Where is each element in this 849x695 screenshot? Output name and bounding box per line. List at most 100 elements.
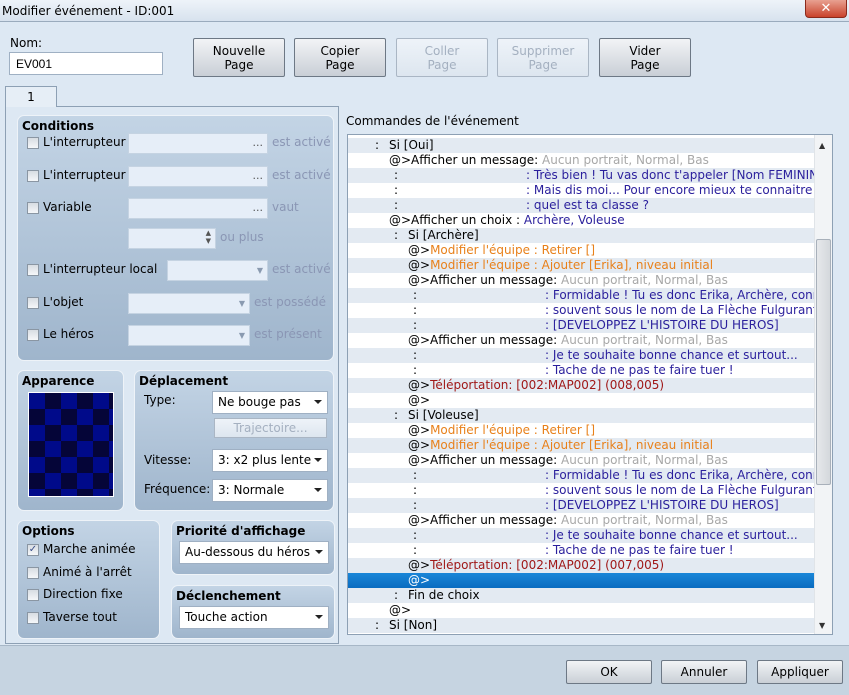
condition-suffix: ou plus <box>220 230 264 244</box>
name-input[interactable] <box>9 52 163 75</box>
command-row[interactable]: :: Formidable ! Tu es donc Erika, Archèr… <box>348 288 814 303</box>
condition-field[interactable]: ▼ <box>128 325 250 346</box>
message-text: : Formidable ! Tu es donc Erika, Archère… <box>545 468 814 482</box>
condition-field[interactable]: ... <box>128 198 268 219</box>
command-row[interactable]: : Si [Oui] <box>348 138 814 153</box>
frequency-label: Fréquence: <box>144 482 211 496</box>
trigger-select[interactable]: Touche action <box>179 606 329 629</box>
command-text: @> <box>408 393 431 407</box>
scroll-down-icon[interactable]: ▼ <box>819 621 825 630</box>
command-row[interactable]: : Si [Non] <box>348 618 814 633</box>
scroll-up-icon[interactable]: ▲ <box>819 141 825 150</box>
appearance-group: Apparence <box>17 370 124 511</box>
apply-button[interactable]: Appliquer <box>757 660 843 684</box>
command-row[interactable]: @>Modifier l'équipe : Ajouter [Erika], n… <box>348 258 814 273</box>
chevron-down-icon <box>315 615 323 619</box>
command-row[interactable]: : Si [Archère] <box>348 228 814 243</box>
command-row[interactable]: :: Je te souhaite bonne chance et surtou… <box>348 528 814 543</box>
chevron-down-icon: ▼ <box>238 299 245 308</box>
command-row[interactable]: @>Téléportation: [002:MAP002] (008,005) <box>348 378 814 393</box>
command-row[interactable]: :: [DEVELOPPEZ L'HISTOIRE DU HEROS] <box>348 318 814 333</box>
new-page-button[interactable]: Nouvelle Page <box>193 38 285 77</box>
condition-field[interactable]: ▼ <box>128 293 250 314</box>
command-row[interactable]: :: Tache de ne pas te faire tuer ! <box>348 363 814 378</box>
cancel-button[interactable]: Annuler <box>661 660 747 684</box>
option-label: Taverse tout <box>43 609 117 624</box>
command-row[interactable]: @>Afficher un message: Aucun portrait, N… <box>348 273 814 288</box>
command-row[interactable]: @>Afficher un choix : Archère, Voleuse <box>348 213 814 228</box>
condition-field[interactable]: ▼ <box>167 260 268 281</box>
command-row[interactable]: @>Afficher un message: Aucun portrait, N… <box>348 333 814 348</box>
command-row[interactable]: :: souvent sous le nom de La Flèche Fulg… <box>348 483 814 498</box>
frequency-select[interactable]: 3: Normale <box>212 479 328 502</box>
command-row[interactable]: :: Mais dis moi... Pour encore mieux te … <box>348 183 814 198</box>
command-row[interactable]: @>Téléportation: [002:MAP002] (007,005) <box>348 558 814 573</box>
command-text: @>Téléportation: [002:MAP002] (007,005) <box>408 558 665 572</box>
row-colon: : <box>413 528 418 542</box>
command-row[interactable]: @> <box>348 393 814 408</box>
condition-field[interactable]: ▲ ▼ <box>128 228 216 249</box>
copy-page-button[interactable]: Copier Page <box>294 38 386 77</box>
option-checkbox[interactable]: ✓ <box>27 544 39 556</box>
condition-checkbox[interactable] <box>27 170 39 182</box>
tab-page-1[interactable]: 1 <box>5 86 57 107</box>
clear-page-button[interactable]: Vider Page <box>599 38 691 77</box>
command-row[interactable]: :: Formidable ! Tu es donc Erika, Archèr… <box>348 468 814 483</box>
row-colon: : <box>413 318 418 332</box>
command-text: @>Afficher un message: Aucun portrait, N… <box>389 153 709 167</box>
priority-select[interactable]: Au-dessous du héros <box>179 541 329 564</box>
scroll-thumb[interactable] <box>816 239 831 485</box>
condition-checkbox[interactable] <box>27 202 39 214</box>
command-row[interactable]: @> <box>348 573 814 588</box>
command-row[interactable]: : Si [Voleuse] <box>348 408 814 423</box>
command-row[interactable]: @>Modifier l'équipe : Retirer [] <box>348 423 814 438</box>
command-row[interactable]: :: Très bien ! Tu vas donc t'appeler [No… <box>348 168 814 183</box>
row-colon: : <box>413 348 418 362</box>
branch-label: Si [Voleuse] <box>408 408 479 422</box>
condition-checkbox[interactable] <box>27 329 39 341</box>
paste-page-button[interactable]: Coller Page <box>396 38 488 77</box>
command-row[interactable]: @>Afficher un message: Aucun portrait, N… <box>348 513 814 528</box>
command-text: @> <box>389 603 412 617</box>
delete-page-button[interactable]: Supprimer Page <box>497 38 589 77</box>
command-row[interactable]: : Fin de choix <box>348 588 814 603</box>
condition-checkbox[interactable] <box>27 297 39 309</box>
option-checkbox[interactable] <box>27 611 39 624</box>
row-colon: : <box>413 543 418 557</box>
condition-suffix: est activé <box>272 135 331 149</box>
command-row[interactable]: :: quel est ta classe ? <box>348 198 814 213</box>
option-label: Animé à l'arrêt <box>43 564 132 579</box>
route-button[interactable]: Trajectoire... <box>214 418 327 438</box>
command-list[interactable]: : Si [Oui] @>Afficher un message: Aucun po… <box>347 134 833 635</box>
ellipsis-icon: ... <box>252 201 264 214</box>
condition-field[interactable]: ... <box>128 133 268 154</box>
command-row[interactable]: : : Tache de ne pas te faire tuer ! <box>348 543 814 558</box>
sprite-preview[interactable] <box>28 392 114 497</box>
option-label: Direction fixe <box>43 587 123 601</box>
speed-select[interactable]: 3: x2 plus lente <box>212 449 328 472</box>
option-checkbox[interactable] <box>27 589 39 601</box>
row-colon: : <box>413 303 418 317</box>
option-checkbox[interactable] <box>27 566 39 579</box>
priority-group: Priorité d'affichage Au-dessous du héros <box>171 520 335 575</box>
command-row[interactable]: :: souvent sous le nom de La Flèche Fulg… <box>348 303 814 318</box>
ok-button[interactable]: OK <box>566 660 652 684</box>
command-row[interactable]: @>Afficher un message: Aucun portrait, N… <box>348 453 814 468</box>
condition-field[interactable]: ... <box>128 166 268 187</box>
condition-checkbox[interactable] <box>27 264 39 276</box>
command-row[interactable]: :: Je te souhaite bonne chance et surtou… <box>348 348 814 363</box>
vertical-scrollbar[interactable]: ▲ ▼ <box>814 135 832 634</box>
command-row[interactable]: :: [DEVELOPPEZ L'HISTOIRE DU HEROS] <box>348 498 814 513</box>
condition-checkbox[interactable] <box>27 137 39 149</box>
command-row[interactable]: @>Modifier l'équipe : Ajouter [Erika], n… <box>348 438 814 453</box>
close-icon[interactable]: ✕ <box>805 0 847 18</box>
type-select[interactable]: Ne bouge pas <box>212 391 328 414</box>
command-row[interactable]: @> <box>348 603 814 618</box>
message-text: : Tache de ne pas te faire tuer ! <box>545 543 734 557</box>
chevron-down-icon: ▼ <box>256 266 263 275</box>
trigger-group: Déclenchement Touche action <box>171 585 335 639</box>
command-text: @>Modifier l'équipe : Retirer [] <box>408 423 596 437</box>
command-row[interactable]: @>Afficher un message: Aucun portrait, N… <box>348 153 814 168</box>
command-row[interactable]: @>Modifier l'équipe : Retirer [] <box>348 243 814 258</box>
speed-label: Vitesse: <box>144 453 192 467</box>
